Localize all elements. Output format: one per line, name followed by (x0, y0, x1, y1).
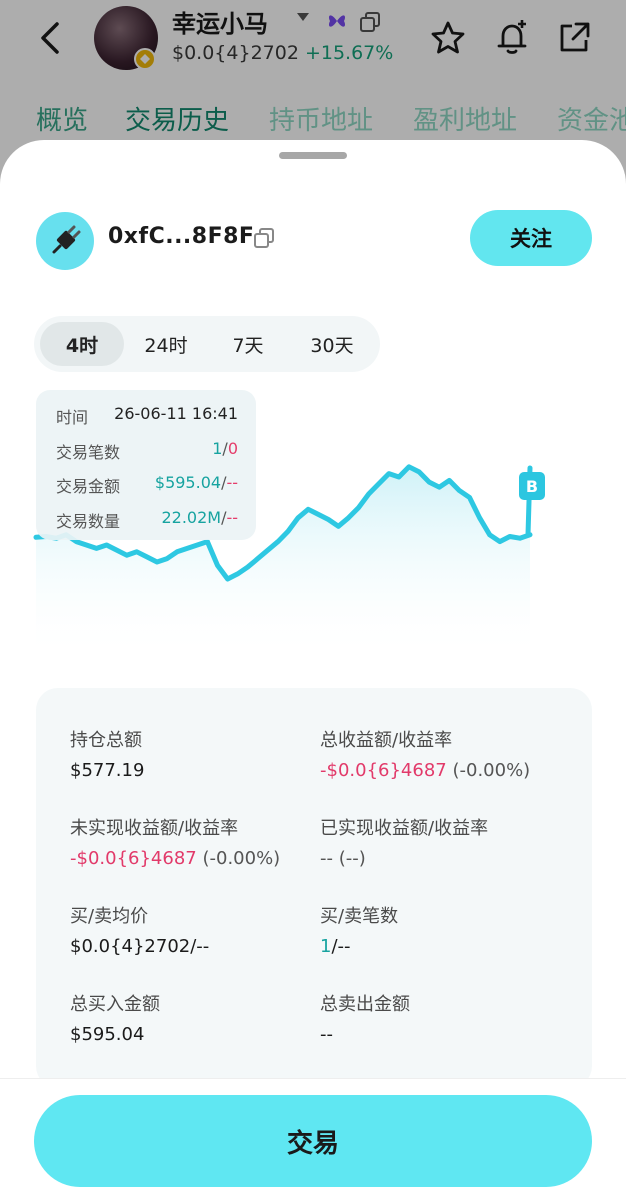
stat-avg-price-value: $0.0{4}2702/-- (70, 936, 210, 957)
stat-avg-price: 买/卖均价 $0.0{4}2702/-- (70, 902, 209, 957)
stat-unrealized-rate: (-0.00%) (202, 848, 281, 869)
stat-trade-count-rest: /-- (331, 936, 351, 957)
bottom-action-bar: 交易 (0, 1078, 626, 1200)
tooltip-amount-row: 交易金额 $595.04/-- (56, 473, 256, 508)
stat-total-pnl-rate: (-0.00%) (452, 760, 531, 781)
stat-realized: 已实现收益额/收益率 -- (--) (320, 814, 488, 869)
stat-holding-value: $577.19 (70, 760, 145, 781)
tooltip-qty-row: 交易数量 22.02M/-- (56, 508, 256, 543)
copy-address-icon[interactable] (252, 226, 276, 250)
trade-button[interactable]: 交易 (34, 1095, 592, 1187)
stat-total-sell-value: -- (320, 1024, 333, 1045)
stat-unrealized-label: 未实现收益额/收益率 (70, 818, 239, 839)
follow-button[interactable]: 关注 (470, 210, 592, 266)
tooltip-qty-buy: 22.02M (161, 507, 222, 527)
tooltip-amount-label: 交易金额 (56, 477, 121, 496)
stat-unrealized: 未实现收益额/收益率 -$0.0{6}4687 (-0.00%) (70, 814, 280, 869)
stat-trade-count-buy: 1 (320, 936, 332, 957)
stat-total-buy-label: 总买入金额 (70, 994, 160, 1015)
stat-unrealized-value: -$0.0{6}4687 (70, 848, 197, 869)
plug-icon (52, 225, 81, 254)
chart-tooltip: 时间 26-06-11 16:41 交易笔数 1/0 交易金额 $595.04/… (36, 390, 256, 540)
stat-trade-count-label: 买/卖笔数 (320, 906, 399, 927)
stat-trade-count: 买/卖笔数 1/-- (320, 902, 398, 957)
tooltip-qty-label: 交易数量 (56, 511, 121, 531)
tooltip-amount-sell: -- (226, 473, 238, 492)
stat-total-pnl-value: -$0.0{6}4687 (320, 760, 447, 781)
stat-realized-label: 已实现收益额/收益率 (320, 818, 489, 839)
tooltip-qty-sell: -- (226, 507, 238, 527)
stat-total-pnl-values: -$0.0{6}4687 (-0.00%) (320, 760, 530, 781)
stat-total-sell-label: 总卖出金额 (320, 994, 410, 1015)
tooltip-count-sell: 0 (227, 438, 238, 458)
tooltip-time-label: 时间 (56, 408, 89, 427)
range-30d[interactable]: 30天 (290, 322, 374, 366)
address-detail-sheet: 0xfC...8F8F 关注 4时 24时 7天 30天 时间 26-06-11… (0, 140, 626, 1200)
tooltip-count-label: 交易笔数 (56, 442, 121, 462)
range-24h[interactable]: 24时 (126, 322, 206, 366)
stat-total-buy: 总买入金额 $595.04 (70, 990, 160, 1045)
tooltip-amount-buy: $595.04 (154, 473, 222, 492)
stat-unrealized-values: -$0.0{6}4687 (-0.00%) (70, 848, 280, 869)
range-4h[interactable]: 4时 (40, 322, 124, 366)
tooltip-time-row: 时间 26-06-11 16:41 (56, 404, 256, 439)
tooltip-count-buy: 1 (212, 438, 223, 458)
stat-total-sell: 总卖出金额 -- (320, 990, 410, 1045)
drag-handle[interactable] (279, 152, 347, 159)
wallet-avatar (36, 212, 94, 270)
stats-card: 持仓总额 $577.19 总收益额/收益率 -$0.0{6}4687 (-0.0… (36, 688, 592, 1088)
tooltip-time-value: 26-06-11 16:41 (114, 404, 238, 423)
tooltip-qty-value: 22.02M/-- (161, 508, 238, 527)
stat-holding: 持仓总额 $577.19 (70, 726, 144, 781)
stat-realized-value: -- (--) (320, 848, 366, 869)
tooltip-count-row: 交易笔数 1/0 (56, 439, 256, 474)
buy-marker[interactable]: B (519, 472, 545, 500)
stat-avg-price-label: 买/卖均价 (70, 906, 149, 927)
tooltip-amount-value: $595.04/-- (155, 473, 238, 492)
stat-trade-count-values: 1/-- (320, 936, 398, 957)
stat-total-pnl: 总收益额/收益率 -$0.0{6}4687 (-0.00%) (320, 726, 530, 781)
wallet-address: 0xfC...8F8F (108, 224, 255, 249)
tooltip-count-value: 1/0 (212, 439, 238, 458)
range-7d[interactable]: 7天 (210, 322, 286, 366)
stat-total-buy-value: $595.04 (70, 1024, 145, 1045)
stat-total-pnl-label: 总收益额/收益率 (320, 730, 453, 751)
stat-holding-label: 持仓总额 (70, 730, 142, 751)
time-range-selector: 4时 24时 7天 30天 (34, 316, 380, 372)
